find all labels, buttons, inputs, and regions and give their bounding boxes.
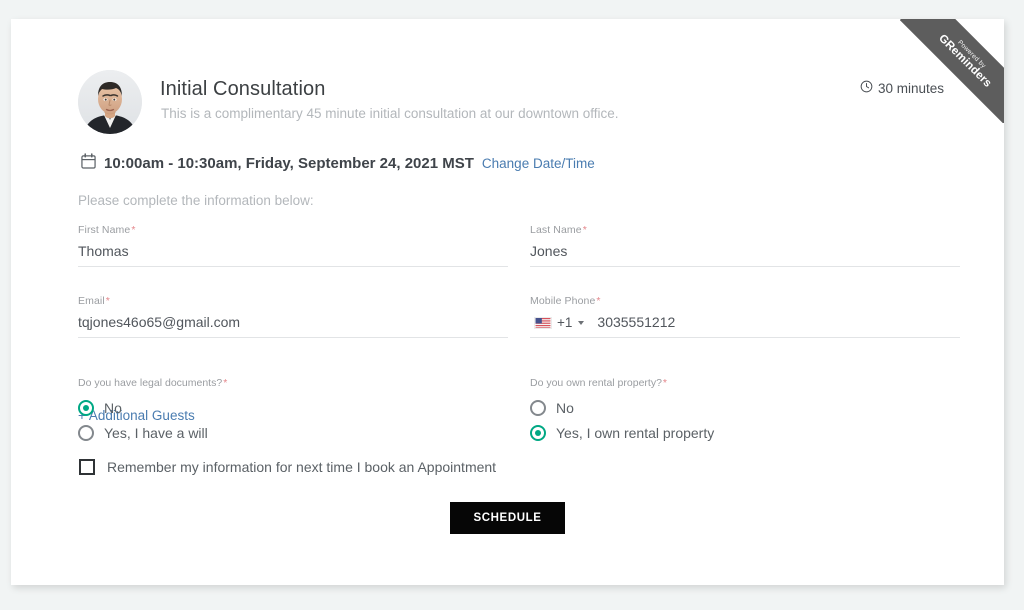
radio-icon: [78, 424, 94, 441]
question-rental-property: Do you own rental property?* No Yes, I o…: [530, 377, 960, 445]
question-legal-documents: Do you have legal documents?* No Yes, I …: [78, 377, 508, 445]
last-name-field: Last Name*: [530, 224, 960, 267]
first-name-field: First Name*: [78, 224, 508, 267]
remember-me-label: Remember my information for next time I …: [107, 459, 497, 475]
mobile-phone-field: Mobile Phone* +1 3035551212: [530, 295, 960, 338]
booking-card: Powered by GReminders Initial Consultati…: [11, 19, 1004, 585]
change-date-time-link[interactable]: Change Date/Time: [482, 156, 595, 171]
radio-option-rental-no[interactable]: No: [530, 395, 960, 420]
checkbox-icon: [79, 459, 95, 475]
radio-option-legal-yes[interactable]: Yes, I have a will: [78, 420, 508, 445]
first-name-label-text: First Name: [78, 224, 131, 236]
form-instruction: Please complete the information below:: [78, 193, 314, 208]
radio-label: Yes, I own rental property: [556, 424, 715, 441]
schedule-button[interactable]: SCHEDULE: [450, 502, 565, 534]
appointment-datetime: 10:00am - 10:30am, Friday, September 24,…: [104, 155, 474, 172]
booking-form: First Name* Last Name*: [78, 224, 961, 423]
mobile-phone-label: Mobile Phone*: [530, 295, 960, 307]
mobile-phone-label-text: Mobile Phone: [530, 295, 596, 307]
ribbon-brand-text: GReminders: [936, 32, 994, 90]
page-title: Initial Consultation: [160, 78, 326, 100]
question-rental-property-label: Do you own rental property?*: [530, 377, 960, 389]
last-name-label: Last Name*: [530, 224, 960, 236]
duration-indicator: 30 minutes: [860, 80, 944, 96]
question-legal-documents-label: Do you have legal documents?*: [78, 377, 508, 389]
ribbon-powered-by-text: Powered by: [956, 38, 988, 70]
last-name-input[interactable]: [530, 243, 960, 267]
appointment-datetime-row: 10:00am - 10:30am, Friday, September 24,…: [81, 153, 595, 174]
phone-input-group: +1: [530, 314, 960, 338]
first-name-field-wrap: First Name*: [78, 224, 508, 267]
radio-label: No: [104, 399, 122, 416]
question-legal-documents-text: Do you have legal documents?: [78, 377, 223, 389]
radio-option-rental-yes[interactable]: Yes, I own rental property: [530, 420, 960, 445]
radio-icon: [530, 424, 546, 441]
radio-icon: [530, 399, 546, 416]
name-row: First Name* Last Name*: [78, 224, 961, 267]
radio-icon: [78, 399, 94, 416]
question-rental-property-text: Do you own rental property?: [530, 377, 662, 389]
remember-me-row[interactable]: Remember my information for next time I …: [79, 459, 496, 475]
email-label-text: Email: [78, 295, 105, 307]
email-label: Email*: [78, 295, 508, 307]
appointment-header: Initial Consultation This is a complimen…: [78, 52, 944, 134]
last-name-field-wrap: Last Name*: [530, 224, 960, 267]
email-input[interactable]: [78, 314, 508, 338]
questions-section: Do you have legal documents?* No Yes, I …: [78, 377, 961, 445]
mobile-phone-field-wrap: Mobile Phone* +1 3035551212: [530, 295, 960, 338]
submit-row: SCHEDULE: [11, 502, 1004, 534]
required-asterisk: *: [582, 224, 587, 236]
country-code-select[interactable]: +1: [530, 315, 591, 330]
calendar-icon: [81, 153, 96, 174]
radio-option-legal-no[interactable]: No: [78, 395, 508, 420]
avatar: [78, 70, 142, 134]
mobile-phone-input[interactable]: [591, 314, 960, 331]
email-field-wrap: Email* + Additional Guests: [78, 295, 508, 423]
first-name-label: First Name*: [78, 224, 508, 236]
required-asterisk: *: [223, 377, 228, 389]
duration-text: 30 minutes: [877, 80, 944, 96]
radio-label: No: [556, 399, 574, 416]
contact-row: Email* + Additional Guests Mobile Phone*: [78, 295, 961, 423]
chevron-down-icon: [578, 320, 585, 325]
required-asterisk: *: [131, 224, 136, 236]
required-asterisk: *: [662, 377, 667, 389]
dial-code-text: +1: [557, 315, 573, 330]
required-asterisk: *: [596, 295, 601, 307]
us-flag-icon: [534, 316, 552, 329]
last-name-label-text: Last Name: [530, 224, 582, 236]
questions-row: Do you have legal documents?* No Yes, I …: [78, 377, 961, 445]
first-name-input[interactable]: [78, 243, 508, 267]
clock-icon: [860, 80, 873, 96]
email-field: Email*: [78, 295, 508, 338]
appointment-description: This is a complimentary 45 minute initia…: [161, 106, 619, 121]
required-asterisk: *: [105, 295, 110, 307]
radio-label: Yes, I have a will: [104, 424, 208, 441]
booking-page: Powered by GReminders Initial Consultati…: [0, 0, 1024, 610]
